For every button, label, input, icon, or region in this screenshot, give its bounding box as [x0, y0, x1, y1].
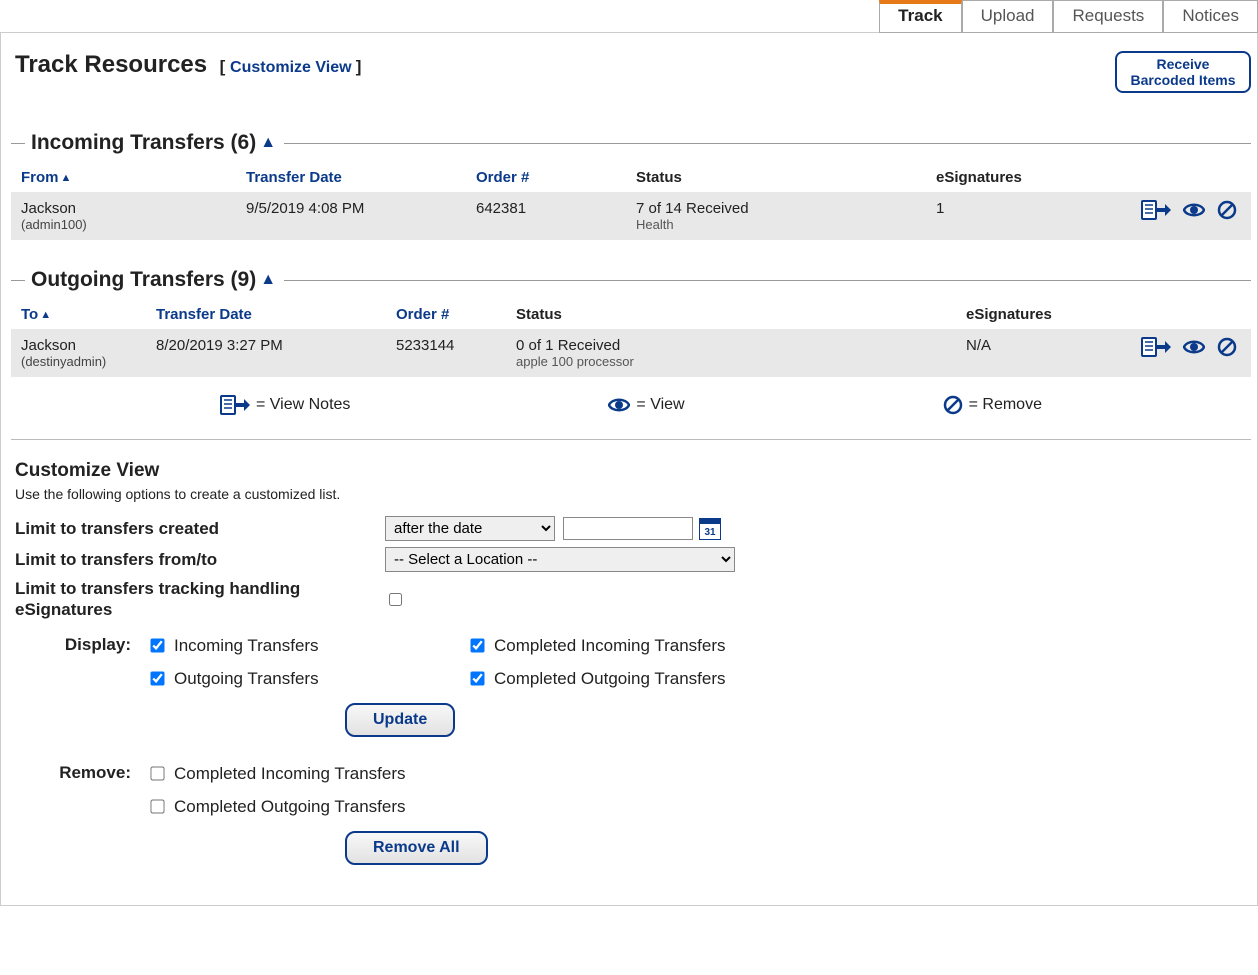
from-name: Jackson — [21, 200, 226, 217]
limit-created-date-input[interactable] — [563, 517, 693, 540]
status-main: 0 of 1 Received — [516, 337, 946, 354]
limit-esig-checkbox[interactable] — [389, 593, 402, 606]
customize-view-link[interactable]: Customize View — [230, 59, 352, 76]
table-row: Jackson (admin100) 9/5/2019 4:08 PM 6423… — [11, 192, 1251, 240]
icon-legend: = View Notes = View = Remove — [11, 377, 1251, 440]
status-sub: apple 100 processor — [516, 354, 946, 369]
customize-view-subtext: Use the following options to create a cu… — [15, 486, 1247, 502]
remove-label: Remove: — [15, 763, 147, 783]
limit-created-select[interactable]: after the date — [385, 516, 555, 541]
tab-requests[interactable]: Requests — [1053, 0, 1163, 33]
view-notes-icon — [220, 395, 250, 415]
esignatures-value: N/A — [956, 329, 1116, 377]
col-order[interactable]: Order # — [466, 161, 626, 192]
tab-upload[interactable]: Upload — [962, 0, 1054, 33]
limit-fromto-select[interactable]: -- Select a Location -- — [385, 547, 735, 572]
esignatures-count: 1 — [926, 192, 1086, 240]
collapse-icon[interactable]: ▲ — [260, 271, 276, 289]
view-icon — [608, 395, 630, 415]
status-sub: Health — [636, 217, 916, 232]
receive-barcoded-items-button[interactable]: Receive Barcoded Items — [1115, 51, 1251, 93]
remove-icon[interactable] — [1217, 200, 1237, 220]
col-to[interactable]: To▲ — [11, 298, 146, 329]
incoming-transfers-table: From▲ Transfer Date Order # Status eSign… — [11, 161, 1251, 240]
collapse-icon[interactable]: ▲ — [260, 134, 276, 152]
sort-asc-icon: ▲ — [61, 172, 72, 184]
view-icon[interactable] — [1183, 337, 1205, 357]
remove-icon — [943, 395, 963, 415]
table-row: Jackson (destinyadmin) 8/20/2019 3:27 PM… — [11, 329, 1251, 377]
legend-notes-label: = View Notes — [256, 396, 350, 414]
transfer-date: 9/5/2019 4:08 PM — [236, 192, 466, 240]
cb-remove-completed-incoming[interactable]: Completed Incoming Transfers — [147, 763, 406, 784]
cb-outgoing-transfers[interactable]: Outgoing Transfers — [147, 668, 467, 689]
update-button[interactable]: Update — [345, 703, 455, 737]
col-from[interactable]: From▲ — [11, 161, 236, 192]
view-notes-icon[interactable] — [1141, 337, 1171, 357]
tab-notices[interactable]: Notices — [1163, 0, 1258, 33]
display-label: Display: — [15, 635, 147, 655]
view-notes-icon[interactable] — [1141, 200, 1171, 220]
limit-esig-label: Limit to transfers tracking handling eSi… — [15, 578, 385, 621]
to-name: Jackson — [21, 337, 136, 354]
legend-remove-label: = Remove — [969, 396, 1042, 414]
tab-track[interactable]: Track — [879, 0, 961, 33]
cb-incoming-transfers[interactable]: Incoming Transfers — [147, 635, 467, 656]
page-title: Track Resources — [15, 51, 207, 78]
col-esignatures: eSignatures — [926, 161, 1086, 192]
col-esignatures: eSignatures — [956, 298, 1116, 329]
tab-bar: Track Upload Requests Notices — [0, 0, 1258, 33]
col-order[interactable]: Order # — [386, 298, 506, 329]
transfer-date: 8/20/2019 3:27 PM — [146, 329, 386, 377]
limit-fromto-label: Limit to transfers from/to — [15, 550, 385, 570]
customize-view-heading: Customize View — [15, 460, 1247, 482]
incoming-transfers-header: Incoming Transfers (6) — [31, 131, 256, 155]
col-transfer-date[interactable]: Transfer Date — [236, 161, 466, 192]
from-user: (admin100) — [21, 217, 226, 232]
remove-all-button[interactable]: Remove All — [345, 831, 488, 865]
to-user: (destinyadmin) — [21, 354, 136, 369]
cb-remove-completed-outgoing[interactable]: Completed Outgoing Transfers — [147, 796, 406, 817]
calendar-icon[interactable] — [699, 518, 721, 540]
col-status: Status — [626, 161, 926, 192]
outgoing-transfers-header: Outgoing Transfers (9) — [31, 268, 256, 292]
limit-created-label: Limit to transfers created — [15, 519, 385, 539]
col-status: Status — [506, 298, 956, 329]
outgoing-transfers-table: To▲ Transfer Date Order # Status eSignat… — [11, 298, 1251, 377]
remove-icon[interactable] — [1217, 337, 1237, 357]
order-number: 5233144 — [386, 329, 506, 377]
sort-asc-icon: ▲ — [40, 309, 51, 321]
col-transfer-date[interactable]: Transfer Date — [146, 298, 386, 329]
legend-view-label: = View — [636, 396, 684, 414]
cb-completed-incoming[interactable]: Completed Incoming Transfers — [467, 635, 827, 656]
cb-completed-outgoing[interactable]: Completed Outgoing Transfers — [467, 668, 827, 689]
view-icon[interactable] — [1183, 200, 1205, 220]
status-main: 7 of 14 Received — [636, 200, 916, 217]
order-number: 642381 — [466, 192, 626, 240]
